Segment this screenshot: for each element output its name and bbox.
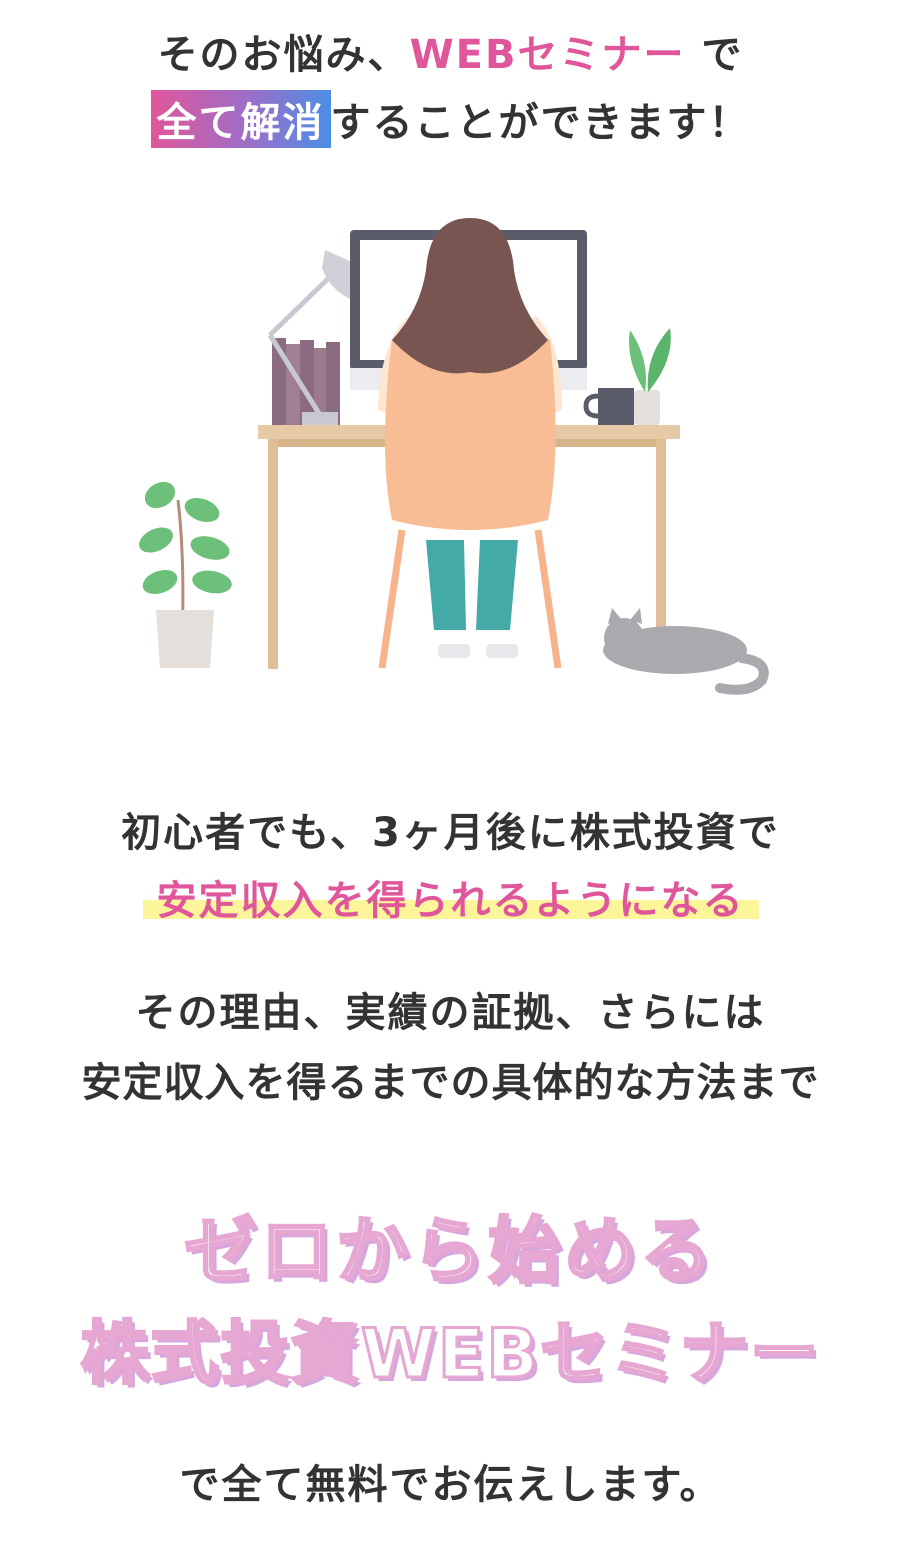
chair bbox=[378, 325, 562, 669]
header-text-1: そのお悩み、 bbox=[157, 32, 410, 78]
message-line-3: その理由、実績の証拠、さらには bbox=[135, 990, 766, 1036]
resolve-badge: 全て解消 bbox=[150, 90, 331, 148]
footer-text: で全て無料でお伝えします。 bbox=[179, 1462, 722, 1508]
stable-income-highlight: 安定収入を得られるようになる bbox=[142, 868, 759, 926]
message-line-2: 安定収入を得られるようになる bbox=[0, 868, 901, 926]
potted-plant-icon bbox=[139, 481, 232, 668]
message-line-4: 安定収入を得るまでの具体的な方法まで bbox=[81, 1060, 820, 1106]
woman-at-desk-icon bbox=[139, 218, 769, 695]
small-plant-icon bbox=[629, 328, 671, 425]
seminar-title-line-1: ゼロから始める bbox=[183, 1208, 717, 1295]
header-line-2: 全て解消 することができます！ bbox=[0, 90, 901, 148]
webinar-highlight: WEBセミナー bbox=[409, 32, 686, 78]
header-line-1: そのお悩み、WEBセミナー で bbox=[0, 22, 901, 80]
header-text-2: で bbox=[685, 32, 744, 78]
seminar-title-line-2: 株式投資WEBセミナー bbox=[79, 1314, 821, 1396]
message-line-1: 初心者でも、3ヶ月後に株式投資で bbox=[121, 810, 780, 856]
header-text-3: することができます！ bbox=[330, 100, 751, 146]
mug-icon bbox=[583, 388, 634, 425]
cat-icon bbox=[603, 608, 769, 695]
